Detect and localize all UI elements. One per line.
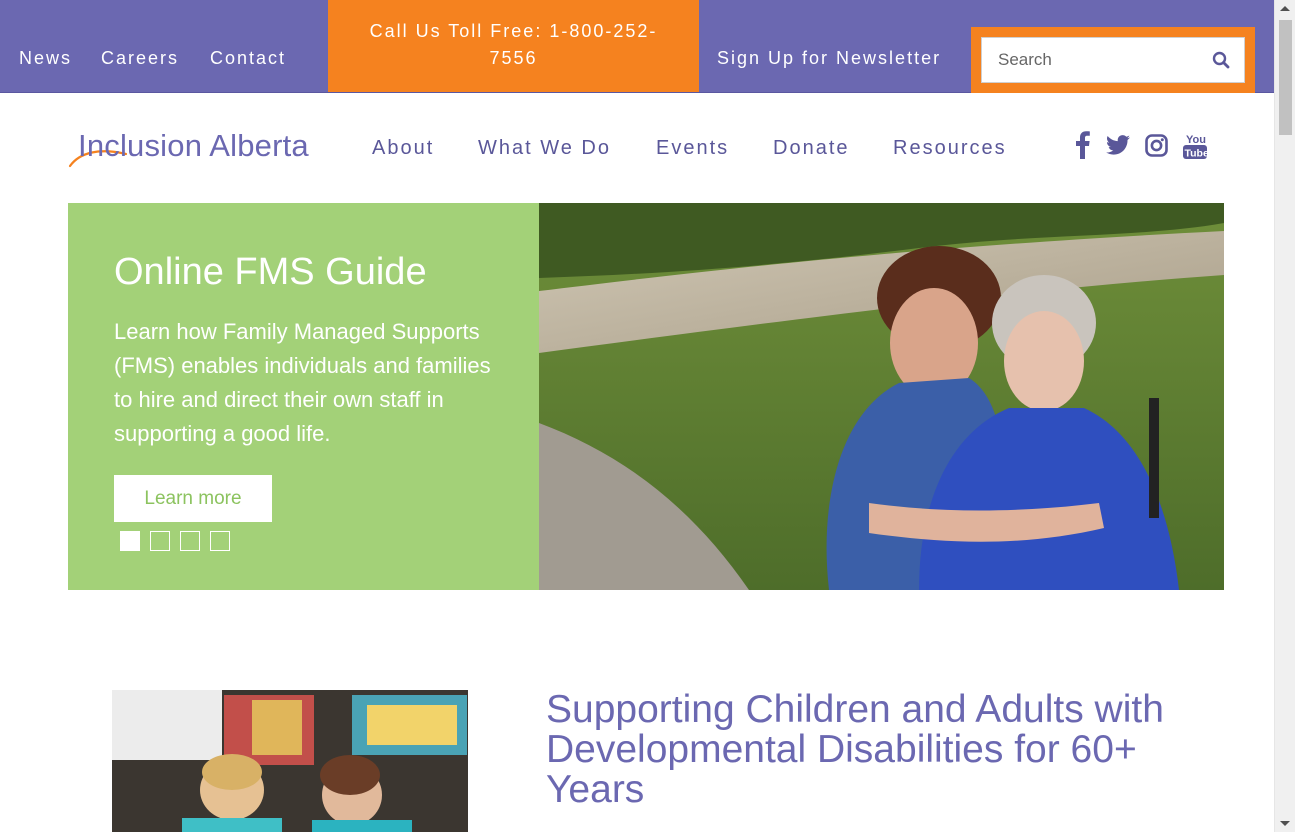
logo-text: Inclusion Alberta [78,128,309,163]
search-container [971,27,1255,93]
carousel-dot-2[interactable] [150,531,170,551]
top-link-news[interactable]: News [19,48,72,69]
hero-carousel: Online FMS Guide Learn how Family Manage… [68,203,1224,590]
site-logo[interactable]: Inclusion Alberta [68,128,330,168]
hero-panel: Online FMS Guide Learn how Family Manage… [68,203,539,590]
nav-events[interactable]: Events [656,137,729,160]
nav-donate[interactable]: Donate [773,137,850,160]
nav-about[interactable]: About [372,137,434,160]
toll-free-call-link[interactable]: Call Us Toll Free: 1-800-252-7556 [328,0,699,92]
search-input[interactable] [998,50,1198,70]
top-link-careers[interactable]: Careers [101,48,179,69]
classroom-photo [112,690,468,832]
search-icon[interactable] [1212,51,1230,69]
svg-text:You: You [1186,134,1206,146]
hero-title: Online FMS Guide [114,251,427,293]
scroll-down-arrow-icon[interactable] [1280,821,1290,826]
youtube-icon[interactable]: You Tube [1183,132,1207,160]
instagram-icon[interactable] [1145,134,1168,162]
carousel-dot-4[interactable] [210,531,230,551]
svg-text:Tube: Tube [1185,148,1208,160]
twitter-icon[interactable] [1106,134,1130,162]
nav-resources[interactable]: Resources [893,137,1007,160]
search-box [981,37,1245,83]
carousel-dot-3[interactable] [180,531,200,551]
scroll-up-arrow-icon[interactable] [1280,6,1290,11]
top-bar: News Careers Contact Call Us Toll Free: … [0,0,1274,93]
mission-heading: Supporting Children and Adults with Deve… [546,688,1164,811]
newsletter-signup-link[interactable]: Sign Up for Newsletter [717,48,941,69]
facebook-icon[interactable] [1075,131,1091,159]
top-link-contact[interactable]: Contact [210,48,286,69]
learn-more-button[interactable]: Learn more [114,475,272,522]
hero-description: Learn how Family Managed Supports (FMS) … [114,319,491,446]
carousel-dot-1[interactable] [120,531,140,551]
page-scrollbar[interactable] [1274,0,1295,832]
nav-what-we-do[interactable]: What We Do [478,137,611,160]
scrollbar-thumb[interactable] [1279,20,1292,135]
hero-photo [539,203,1224,590]
